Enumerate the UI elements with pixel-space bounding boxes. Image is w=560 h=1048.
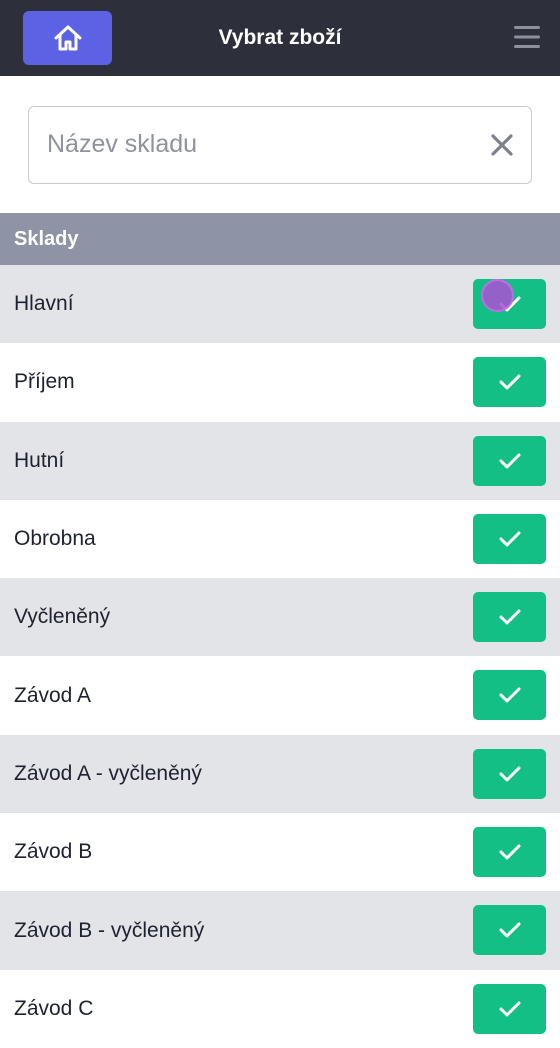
select-warehouse-button[interactable] xyxy=(473,670,546,721)
warehouse-search-input[interactable] xyxy=(47,107,477,182)
home-icon xyxy=(54,25,81,51)
top-bar: Vybrat zboží xyxy=(0,0,560,76)
warehouse-row: Závod A - vyčleněný xyxy=(0,734,560,814)
warehouse-row: Závod B xyxy=(0,813,560,892)
warehouse-label: Závod A - vyčleněný xyxy=(14,761,202,785)
check-icon xyxy=(499,922,520,938)
select-warehouse-button[interactable] xyxy=(473,748,546,799)
warehouse-row: Závod A xyxy=(0,656,560,735)
check-icon xyxy=(499,609,520,625)
warehouse-label: Závod A xyxy=(14,683,92,707)
clear-search-button[interactable] xyxy=(491,134,513,156)
select-warehouse-button[interactable] xyxy=(473,592,546,643)
select-warehouse-button[interactable] xyxy=(473,827,546,878)
warehouse-label: Závod B - vyčleněný xyxy=(14,918,205,942)
warehouse-label: Obrobna xyxy=(14,527,96,551)
warehouse-row: Vyčleněný xyxy=(0,578,560,657)
warehouse-label: Vyčleněný xyxy=(14,605,111,629)
check-icon xyxy=(499,766,520,782)
check-icon xyxy=(499,374,520,390)
select-warehouse-button[interactable] xyxy=(473,513,546,564)
select-warehouse-button[interactable] xyxy=(473,357,546,408)
check-icon xyxy=(499,1001,520,1017)
warehouse-label: Hlavní xyxy=(14,292,74,316)
check-icon xyxy=(499,844,520,860)
warehouse-list: Hlavní Příjem Hutní Obrobna Vyčleněný Zá… xyxy=(0,265,560,1048)
warehouse-row: Závod B - vyčleněný xyxy=(0,891,560,970)
warehouse-row: Hutní xyxy=(0,421,560,500)
warehouse-row: Závod C xyxy=(0,969,560,1048)
search-box xyxy=(28,106,532,184)
warehouse-row: Hlavní xyxy=(0,265,560,344)
select-warehouse-button[interactable] xyxy=(473,435,546,486)
warehouse-label: Závod B xyxy=(14,840,93,864)
warehouse-label: Hutní xyxy=(14,448,65,472)
check-icon xyxy=(499,453,520,469)
home-button[interactable] xyxy=(23,11,112,65)
check-icon xyxy=(499,687,520,703)
menu-button[interactable] xyxy=(514,25,540,49)
check-icon xyxy=(499,296,520,312)
select-warehouse-button[interactable] xyxy=(473,983,546,1034)
warehouse-label: Příjem xyxy=(14,370,75,394)
warehouse-row: Příjem xyxy=(0,343,560,422)
warehouse-row: Obrobna xyxy=(0,499,560,579)
hamburger-menu-icon xyxy=(514,26,540,48)
section-header: Sklady xyxy=(0,213,560,265)
close-icon xyxy=(491,134,513,156)
select-warehouse-button[interactable] xyxy=(473,905,546,956)
warehouse-label: Závod C xyxy=(14,996,94,1020)
search-section xyxy=(0,76,560,213)
select-warehouse-button[interactable] xyxy=(473,279,546,329)
check-icon xyxy=(499,531,520,547)
